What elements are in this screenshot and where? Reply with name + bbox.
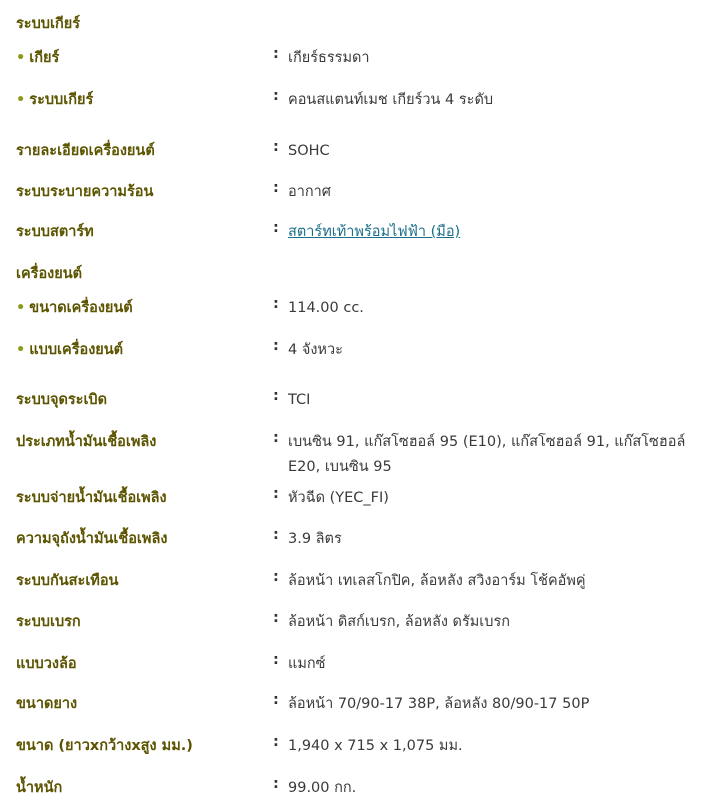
spec-label: ประเภทน้ำมันเชื้อเพลิง xyxy=(16,434,157,450)
spec-value: 99.00 กก. xyxy=(288,780,357,796)
spec-label: ขนาด (ยาวxกว้างxสูง มม.) xyxy=(16,738,193,754)
colon: : xyxy=(273,46,279,62)
spec-label-text: แบบเครื่องยนต์ xyxy=(29,342,124,358)
spec-label: แบบวงล้อ xyxy=(16,656,77,672)
bullet-icon: • xyxy=(16,50,26,66)
section-title: เครื่องยนต์ xyxy=(16,266,83,282)
spec-value: SOHC xyxy=(288,143,330,159)
colon: : xyxy=(273,610,279,626)
colon: : xyxy=(273,338,279,354)
colon: : xyxy=(273,734,279,750)
spec-label: ระบบจุดระเบิด xyxy=(16,392,108,408)
spec-value-line: E20, เบนซิน 95 xyxy=(288,459,392,475)
spec-label: • แบบเครื่องยนต์ xyxy=(16,338,123,361)
colon: : xyxy=(273,527,279,543)
spec-label: ระบบระบายความร้อน xyxy=(16,184,154,200)
spec-value: 1,940 x 715 x 1,075 มม. xyxy=(288,738,463,754)
spec-label-text: เกียร์ xyxy=(29,50,60,66)
spec-label: ระบบเบรก xyxy=(16,614,81,630)
bullet-icon: • xyxy=(16,342,26,358)
spec-value: 114.00 cc. xyxy=(288,300,364,316)
spec-label: ระบบกันสะเทือน xyxy=(16,573,119,589)
spec-label: ความจุถังน้ำมันเชื้อเพลิง xyxy=(16,531,168,547)
colon: : xyxy=(273,776,279,792)
colon: : xyxy=(273,388,279,404)
spec-value: เบนซิน 91, แก๊สโซฮอล์ 95 (E10), แก๊สโซฮอ… xyxy=(288,430,708,480)
spec-value: อากาศ xyxy=(288,184,331,200)
spec-value: ล้อหน้า 70/90-17 38P, ล้อหลัง 80/90-17 5… xyxy=(288,696,590,712)
spec-label: ระบบสตาร์ท xyxy=(16,224,94,240)
spec-value: ล้อหน้า ดิสก์เบรก, ล้อหลัง ดรัมเบรก xyxy=(288,614,511,630)
spec-label: รายละเอียดเครื่องยนต์ xyxy=(16,143,155,159)
starter-link[interactable]: สตาร์ทเท้าพร้อมไฟฟ้า (มือ) xyxy=(288,220,708,245)
colon: : xyxy=(273,692,279,708)
spec-label: ระบบจ่ายน้ำมันเชื้อเพลิง xyxy=(16,490,167,506)
spec-value-line: เบนซิน 91, แก๊สโซฮอล์ 95 (E10), แก๊สโซฮอ… xyxy=(288,434,686,450)
spec-value: 4 จังหวะ xyxy=(288,342,343,358)
colon: : xyxy=(273,139,279,155)
colon: : xyxy=(273,220,279,236)
spec-value: TCI xyxy=(288,392,311,408)
colon: : xyxy=(273,486,279,502)
spec-label: ขนาดยาง xyxy=(16,696,78,712)
colon: : xyxy=(273,296,279,312)
colon: : xyxy=(273,430,279,446)
spec-value: แมกซ์ xyxy=(288,656,326,672)
spec-label: • ขนาดเครื่องยนต์ xyxy=(16,296,133,319)
spec-label-text: ขนาดเครื่องยนต์ xyxy=(29,300,133,316)
spec-label: • ระบบเกียร์ xyxy=(16,88,93,111)
spec-value: 3.9 ลิตร xyxy=(288,531,342,547)
spec-label-text: ระบบเกียร์ xyxy=(29,92,94,108)
spec-value: หัวฉีด (YEC_FI) xyxy=(288,490,389,506)
colon: : xyxy=(273,180,279,196)
colon: : xyxy=(273,88,279,104)
spec-value: คอนสแตนท์เมช เกียร์วน 4 ระดับ xyxy=(288,92,494,108)
spec-label: น้ำหนัก xyxy=(16,780,63,796)
spec-value: ล้อหน้า เทเลสโกปิค, ล้อหลัง สวิงอาร์ม โช… xyxy=(288,573,586,589)
colon: : xyxy=(273,652,279,668)
spec-value: เกียร์ธรรมดา xyxy=(288,50,370,66)
colon: : xyxy=(273,569,279,585)
bullet-icon: • xyxy=(16,300,26,316)
spec-label: • เกียร์ xyxy=(16,46,59,69)
bullet-icon: • xyxy=(16,92,26,108)
spec-table: ระบบเกียร์ • เกียร์ : เกียร์ธรรมดา • ระบบเ… xyxy=(0,0,722,805)
section-title: ระบบเกียร์ xyxy=(16,16,81,32)
